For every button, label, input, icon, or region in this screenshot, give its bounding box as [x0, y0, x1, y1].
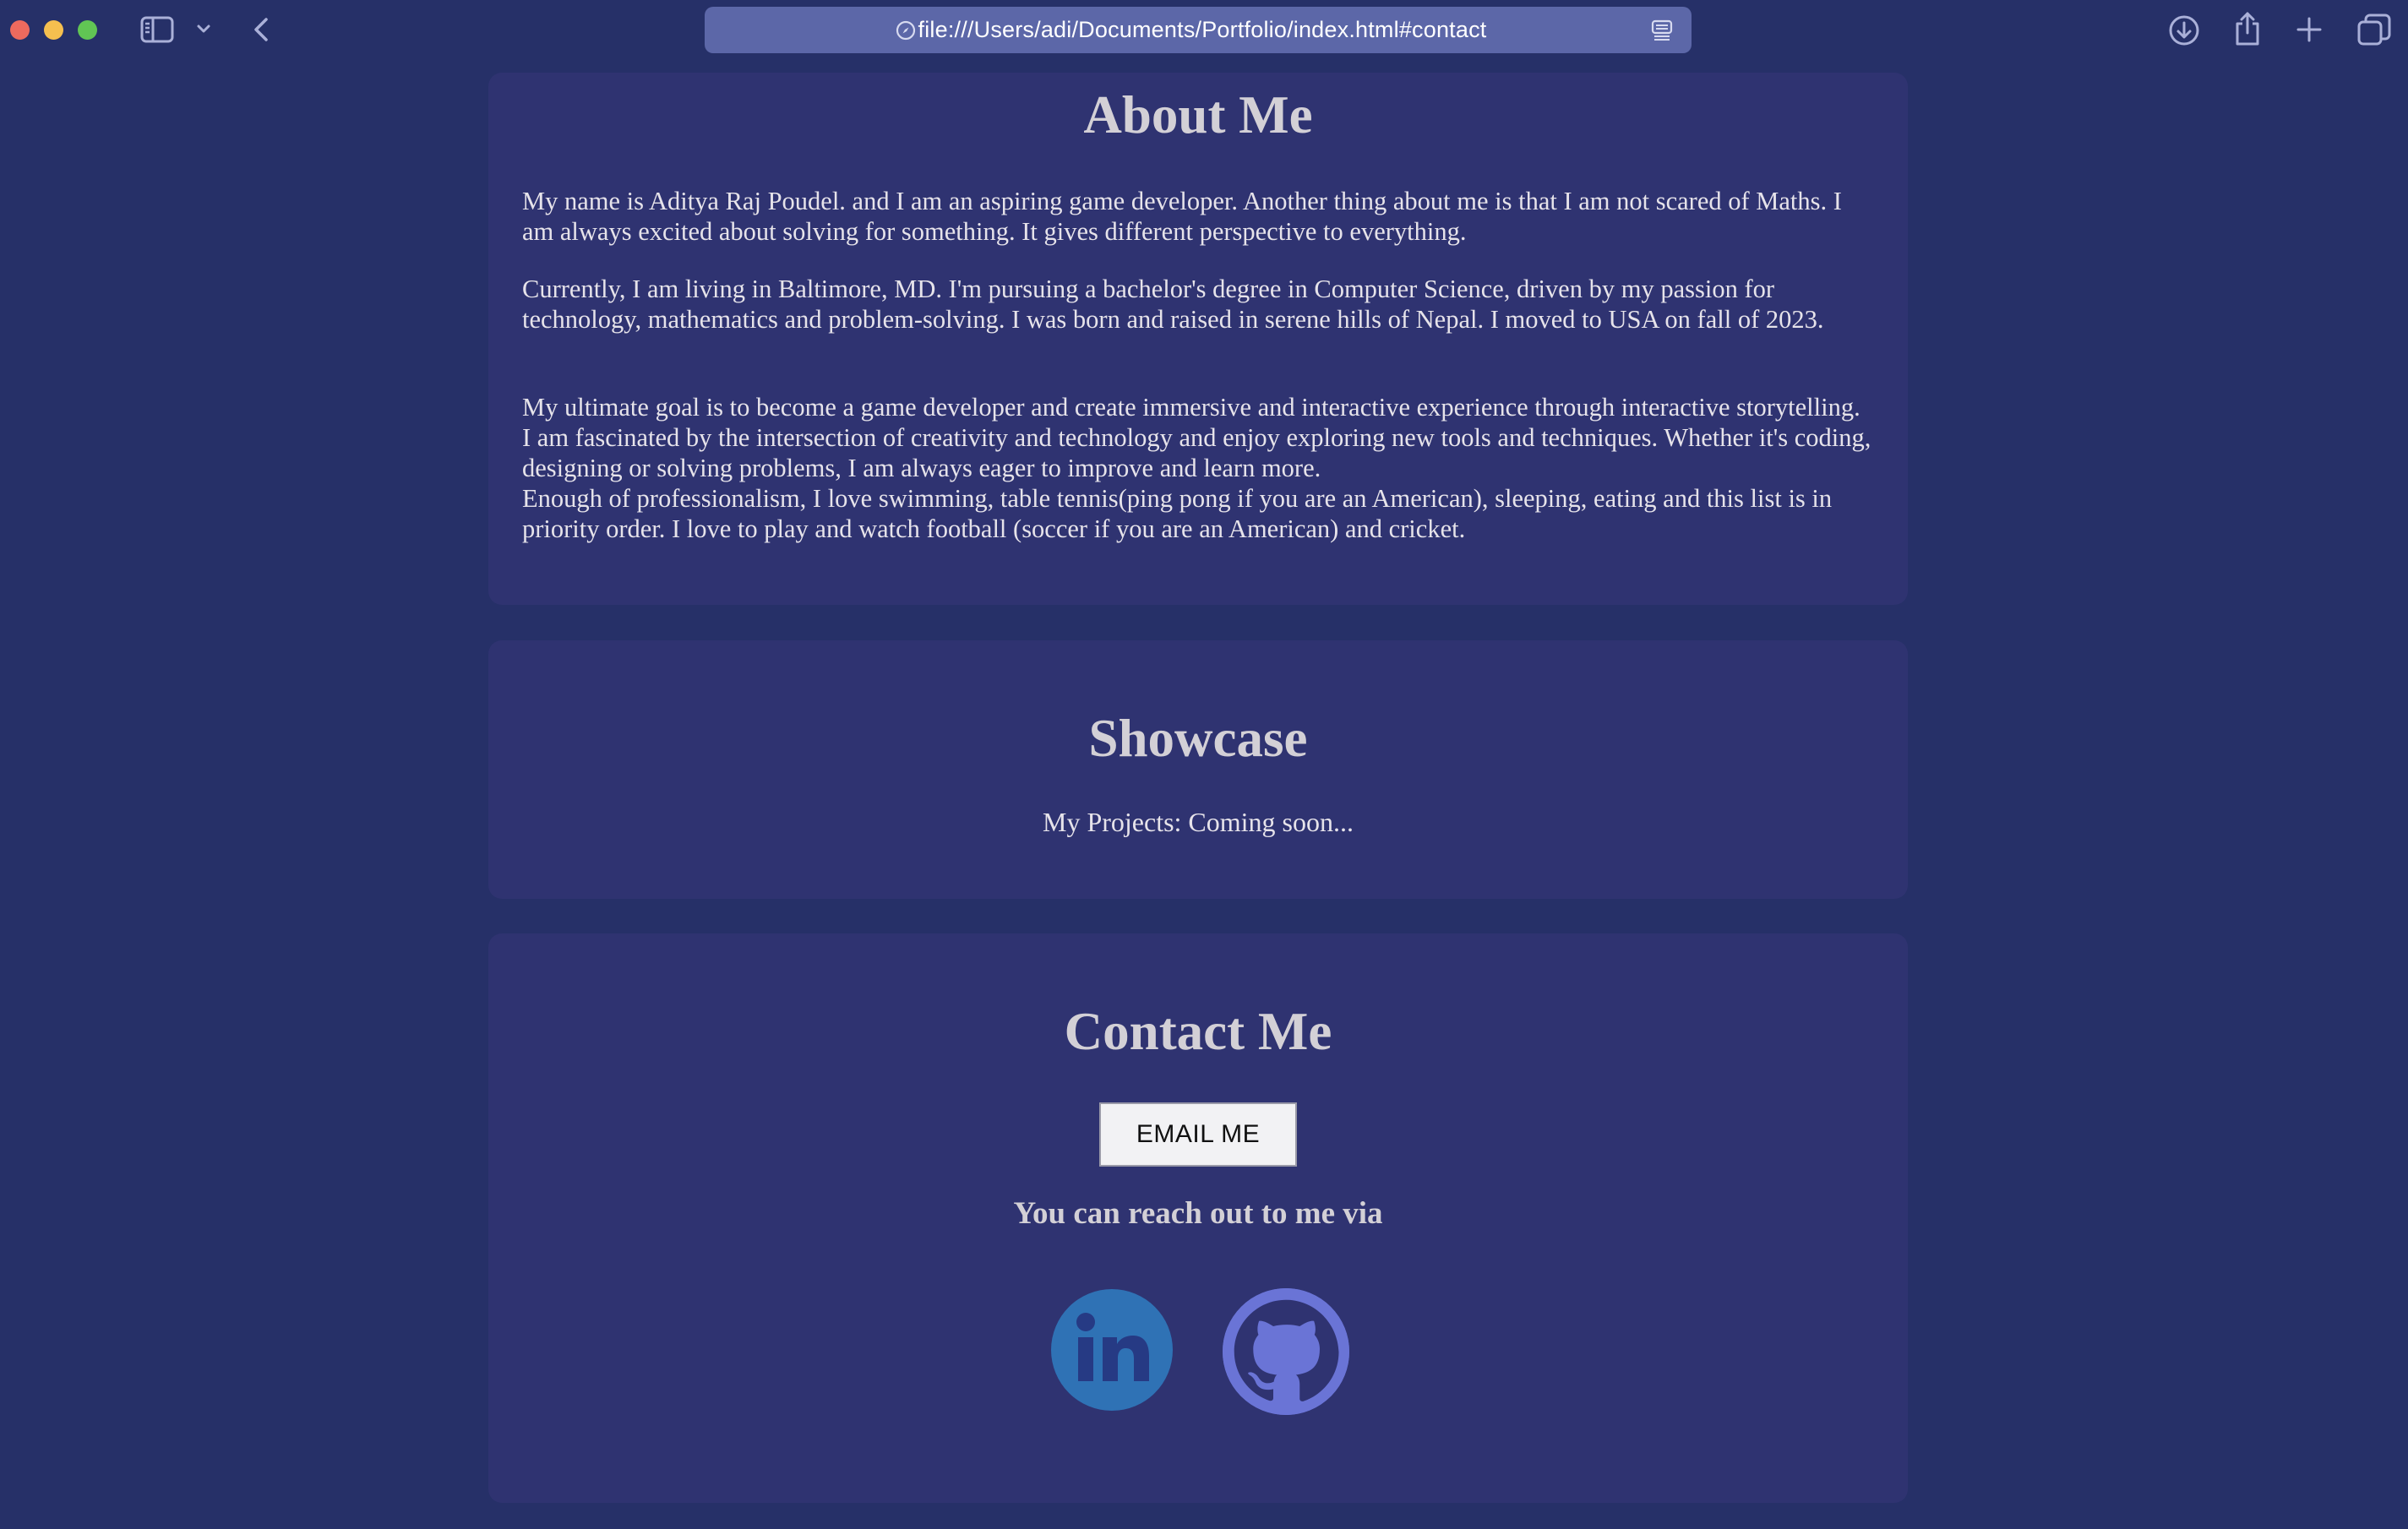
about-heading: About Me	[1083, 85, 1313, 144]
close-window-button[interactable]	[10, 20, 30, 40]
chevron-down-icon[interactable]	[196, 24, 211, 34]
compass-icon[interactable]	[896, 20, 916, 45]
address-bar[interactable]: file:///Users/adi/Documents/Portfolio/in…	[705, 7, 1692, 53]
github-icon[interactable]	[1223, 1288, 1349, 1419]
download-icon[interactable]	[2168, 14, 2200, 46]
email-me-button[interactable]: EMAIL ME	[1099, 1102, 1297, 1167]
tabs-icon[interactable]	[2357, 14, 2391, 46]
minimize-window-button[interactable]	[44, 20, 63, 40]
share-icon[interactable]	[2233, 10, 2262, 47]
browser-toolbar: file:///Users/adi/Documents/Portfolio/in…	[0, 0, 2408, 73]
about-paragraph-3: My ultimate goal is to become a game dev…	[522, 392, 1874, 544]
contact-section: Contact Me EMAIL ME You can reach out to…	[488, 933, 1908, 1503]
about-section: About Me My name is Aditya Raj Poudel. a…	[488, 73, 1908, 605]
showcase-section: Showcase My Projects: Coming soon...	[488, 640, 1908, 899]
plus-icon[interactable]	[2295, 15, 2324, 44]
showcase-text: My Projects: Coming soon...	[1042, 807, 1354, 837]
about-paragraph-2: Currently, I am living in Baltimore, MD.…	[522, 275, 1824, 334]
about-paragraph-1: My name is Aditya Raj Poudel. and I am a…	[522, 187, 1842, 246]
contact-heading: Contact Me	[1064, 1002, 1332, 1061]
url-text[interactable]: file:///Users/adi/Documents/Portfolio/in…	[918, 17, 1487, 43]
linkedin-icon[interactable]	[1050, 1288, 1174, 1416]
about-paragraph-3-text: My ultimate goal is to become a game dev…	[522, 393, 1871, 482]
reach-out-text: You can reach out to me via	[1013, 1196, 1383, 1231]
zoom-window-button[interactable]	[78, 20, 97, 40]
about-paragraph-4-text: Enough of professionalism, I love swimmi…	[522, 484, 1833, 543]
showcase-heading: Showcase	[1088, 709, 1308, 768]
sidebar-icon[interactable]	[140, 16, 174, 43]
reader-icon[interactable]	[1651, 19, 1673, 46]
chevron-left-icon[interactable]	[252, 17, 270, 42]
